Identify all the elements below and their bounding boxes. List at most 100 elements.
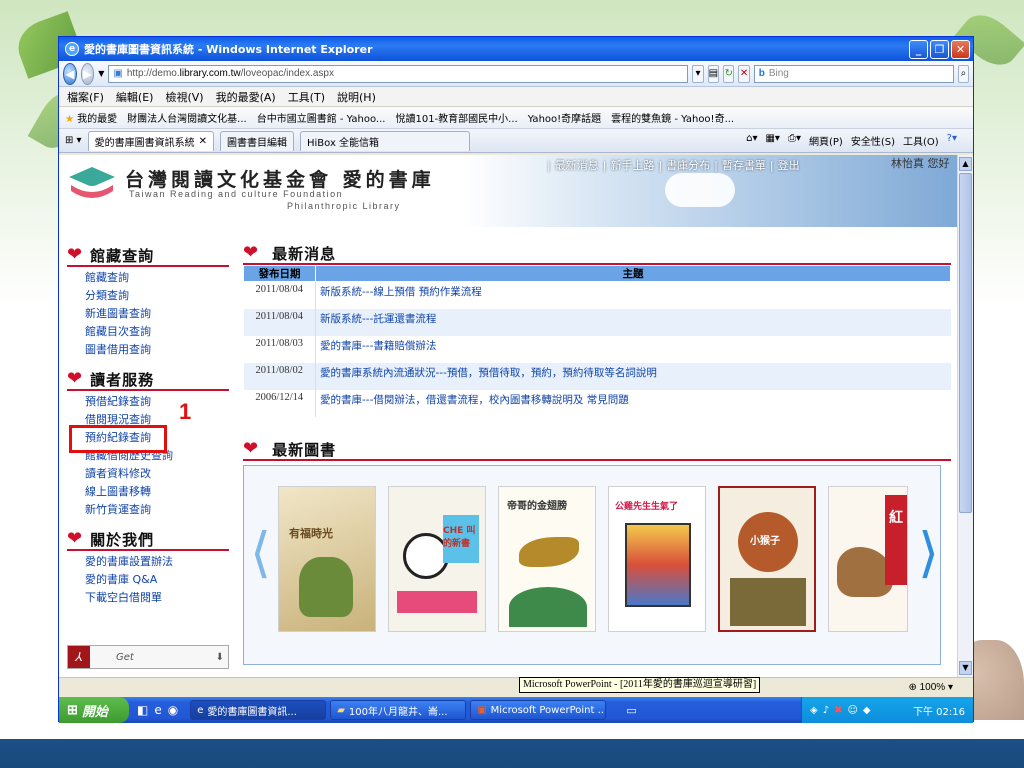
nav-freight-search[interactable]: 新竹貨運查詢	[67, 501, 229, 519]
minimize-button[interactable]: _	[909, 39, 928, 59]
favorite-link[interactable]: Yahoo!奇摩話題	[528, 110, 601, 125]
network-icon[interactable]: ◈	[810, 705, 818, 716]
close-tab-icon[interactable]: ✕	[199, 136, 207, 147]
book-cover[interactable]: 紅	[828, 486, 908, 632]
carousel-prev-icon[interactable]: ⟨	[250, 516, 271, 596]
print-icon[interactable]: ⎙▾	[788, 133, 801, 148]
favorites-button[interactable]: ★ 我的最愛	[65, 110, 117, 125]
url-prefix: http://demo.	[126, 68, 180, 79]
vertical-scrollbar[interactable]: ▲ ▼	[957, 155, 973, 677]
book-cover[interactable]: CHE 叫的新書	[388, 486, 486, 632]
book-cover[interactable]: 有福時光	[278, 486, 376, 632]
feeds-icon[interactable]: ▦▾	[765, 133, 779, 148]
home-icon[interactable]: ⌂▾	[746, 133, 757, 148]
volume-icon[interactable]: ♪	[823, 705, 829, 716]
news-date: 2011/08/04	[243, 281, 316, 309]
desktop-icon[interactable]: ◧	[137, 703, 148, 717]
tools-menu[interactable]: 工具(O)	[903, 133, 939, 148]
book-illustration	[397, 591, 477, 613]
zoom-control[interactable]: ⊕ 100% ▾	[908, 682, 953, 693]
url-field[interactable]: ▣ http://demo. library.com.tw/loveopac/in…	[108, 64, 689, 83]
forward-button[interactable]: ▶	[80, 62, 95, 85]
book-title: 紅	[889, 510, 903, 526]
heart-icon: ❤	[67, 244, 83, 265]
top-link-booklist[interactable]: 暫存書單	[722, 159, 766, 172]
bing-icon: b	[758, 68, 765, 79]
tab-catalog-edit[interactable]: 圖書書目編輯	[219, 130, 294, 151]
tab-hibox[interactable]: HiBox 全能信箱	[299, 130, 470, 151]
task-folder[interactable]: ▰ 100年八月龍井、崙...	[330, 700, 467, 720]
book-cover[interactable]: 帝哥的金翅膀	[498, 486, 596, 632]
tab-library-system[interactable]: 愛的書庫圖書資訊系統 ✕	[87, 130, 214, 151]
stop-icon[interactable]: ✕	[738, 64, 750, 83]
top-link-guide[interactable]: 新手上路	[610, 159, 654, 172]
scroll-thumb[interactable]	[959, 173, 972, 513]
highlight-box	[69, 425, 167, 453]
menu-file[interactable]: 檔案(F)	[67, 89, 104, 105]
news-link[interactable]: 愛的書庫---書籍賠償辦法	[316, 336, 951, 363]
top-link-logout[interactable]: 登出	[778, 159, 800, 172]
book-title: 有福時光	[289, 527, 333, 540]
messenger-icon[interactable]: ☺	[847, 705, 857, 716]
maximize-button[interactable]: ❐	[930, 39, 949, 59]
close-button[interactable]: ✕	[951, 39, 970, 59]
ie-quicklaunch-icon[interactable]: e	[154, 703, 161, 717]
nav-prebook-records[interactable]: 預借紀錄查詢	[67, 393, 229, 411]
favorite-link[interactable]: 財團法人台灣閱讀文化基...	[127, 110, 247, 125]
news-link[interactable]: 新版系統---託運還書流程	[315, 308, 951, 336]
refresh-icon[interactable]: ↻	[723, 64, 735, 83]
title-bar[interactable]: e 愛的書庫圖書資訊系統 - Windows Internet Explorer…	[59, 37, 973, 61]
menu-help[interactable]: 說明(H)	[337, 89, 376, 105]
search-icon[interactable]: ⌕	[957, 64, 970, 83]
nav-setup-rules[interactable]: 愛的書庫設置辦法	[67, 553, 229, 571]
carousel-next-icon[interactable]: ⟩	[918, 516, 939, 596]
safety-menu[interactable]: 安全性(S)	[851, 133, 895, 148]
news-link[interactable]: 愛的書庫---借閱辦法，借還書流程，校內圖書移轉說明及 常見問題	[316, 390, 951, 417]
book-cover[interactable]: 小猴子	[718, 486, 816, 632]
news-date: 2011/08/02	[243, 362, 316, 390]
search-input[interactable]: b Bing	[753, 64, 954, 83]
update-icon[interactable]: ◆	[863, 705, 871, 716]
nav-toc-search[interactable]: 館藏目次查詢	[67, 323, 229, 341]
task-ie[interactable]: e 愛的書庫圖書資訊...	[190, 700, 327, 720]
nav-category-search[interactable]: 分類查詢	[67, 287, 229, 305]
scroll-up-icon[interactable]: ▲	[959, 157, 972, 171]
nav-collection-search[interactable]: 館藏查詢	[67, 269, 229, 287]
nav-borrow-search[interactable]: 圖書借用查詢	[67, 341, 229, 359]
favorite-link[interactable]: 雲程的雙魚鏡 - Yahoo!奇...	[611, 110, 734, 125]
favorite-link[interactable]: 悅讀101-教育部國民中小...	[395, 110, 517, 125]
media-icon[interactable]: ◉	[168, 703, 178, 717]
favorite-link[interactable]: 台中市國立圖書館 - Yahoo...	[257, 110, 386, 125]
book-cover[interactable]: 公雞先生生氣了	[608, 486, 706, 632]
menu-edit[interactable]: 編輯(E)	[116, 89, 154, 105]
news-link[interactable]: 愛的書庫系統內流通狀況---預借，預借待取，預約，預約待取等名詞說明	[315, 362, 951, 390]
history-dropdown-icon[interactable]: ▼	[98, 69, 104, 78]
nav-profile-edit[interactable]: 讀者資料修改	[67, 465, 229, 483]
nav-download-form[interactable]: 下載空白借閱單	[67, 589, 229, 607]
nav-new-books-search[interactable]: 新進圖書查詢	[67, 305, 229, 323]
top-link-news[interactable]: 最新消息	[555, 159, 599, 172]
menu-view[interactable]: 檢視(V)	[165, 89, 203, 105]
start-button[interactable]: ⊞ 開始	[59, 697, 129, 723]
menu-favorites[interactable]: 我的最愛(A)	[216, 89, 276, 105]
back-button[interactable]: ◀	[63, 62, 77, 85]
url-dropdown-icon[interactable]: ▾	[692, 64, 704, 83]
keyboard-icon[interactable]: ▭	[626, 704, 636, 717]
book-carousel: ⟨ 有福時光 CHE 叫的新書 帝哥的金翅膀 公雞先生生氣了 小猴子 紅 ⟩	[243, 465, 941, 665]
page-menu[interactable]: 網頁(P)	[809, 133, 843, 148]
top-link-branches[interactable]: 書庫分布	[666, 159, 710, 172]
nav-faq[interactable]: 愛的書庫 Q&A	[67, 571, 229, 589]
menu-tools[interactable]: 工具(T)	[288, 89, 325, 105]
site-title: 台灣閱讀文化基金會 愛的書庫	[125, 169, 435, 191]
get-adobe-reader-banner[interactable]: ⅄ Get ⬇	[67, 645, 229, 669]
help-icon[interactable]: ?▾	[947, 133, 957, 148]
scroll-down-icon[interactable]: ▼	[959, 661, 972, 675]
news-link[interactable]: 新版系統---線上預借 預約作業流程	[316, 282, 951, 309]
download-icon: ⬇	[215, 651, 224, 663]
compat-view-icon[interactable]: ▤	[707, 64, 720, 83]
quick-tabs-icon[interactable]: ⊞ ▾	[65, 135, 82, 146]
security-icon[interactable]: ✖	[834, 705, 842, 716]
nav-online-transfer[interactable]: 線上圖書移轉	[67, 483, 229, 501]
task-powerpoint[interactable]: ▣ Microsoft PowerPoint ...	[470, 700, 607, 720]
table-row: 2006/12/14 愛的書庫---借閱辦法，借還書流程，校內圖書移轉說明及 常見…	[243, 389, 951, 417]
